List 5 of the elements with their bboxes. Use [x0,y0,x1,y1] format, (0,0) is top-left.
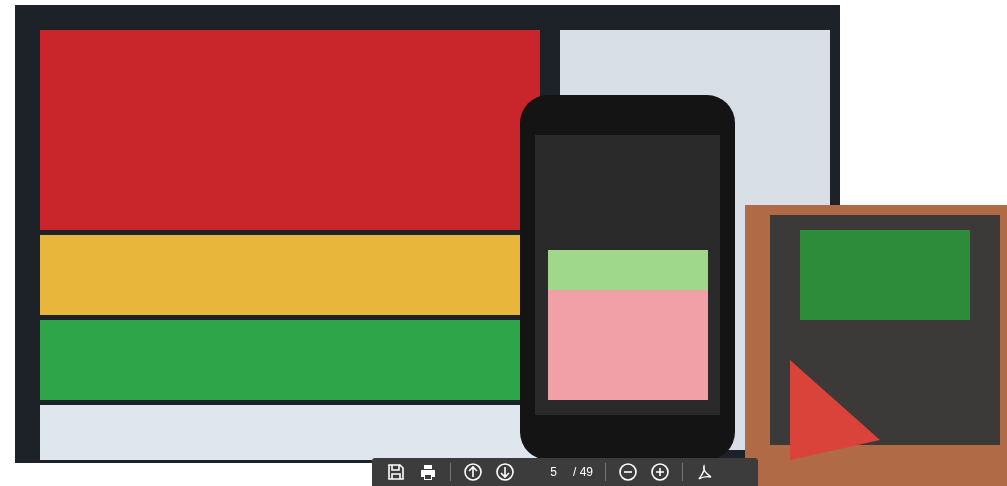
page-count: / 49 [573,465,593,479]
zoom-in-icon[interactable] [650,462,670,482]
print-icon[interactable] [418,462,438,482]
zoom-out-icon[interactable] [618,462,638,482]
save-icon[interactable] [386,462,406,482]
